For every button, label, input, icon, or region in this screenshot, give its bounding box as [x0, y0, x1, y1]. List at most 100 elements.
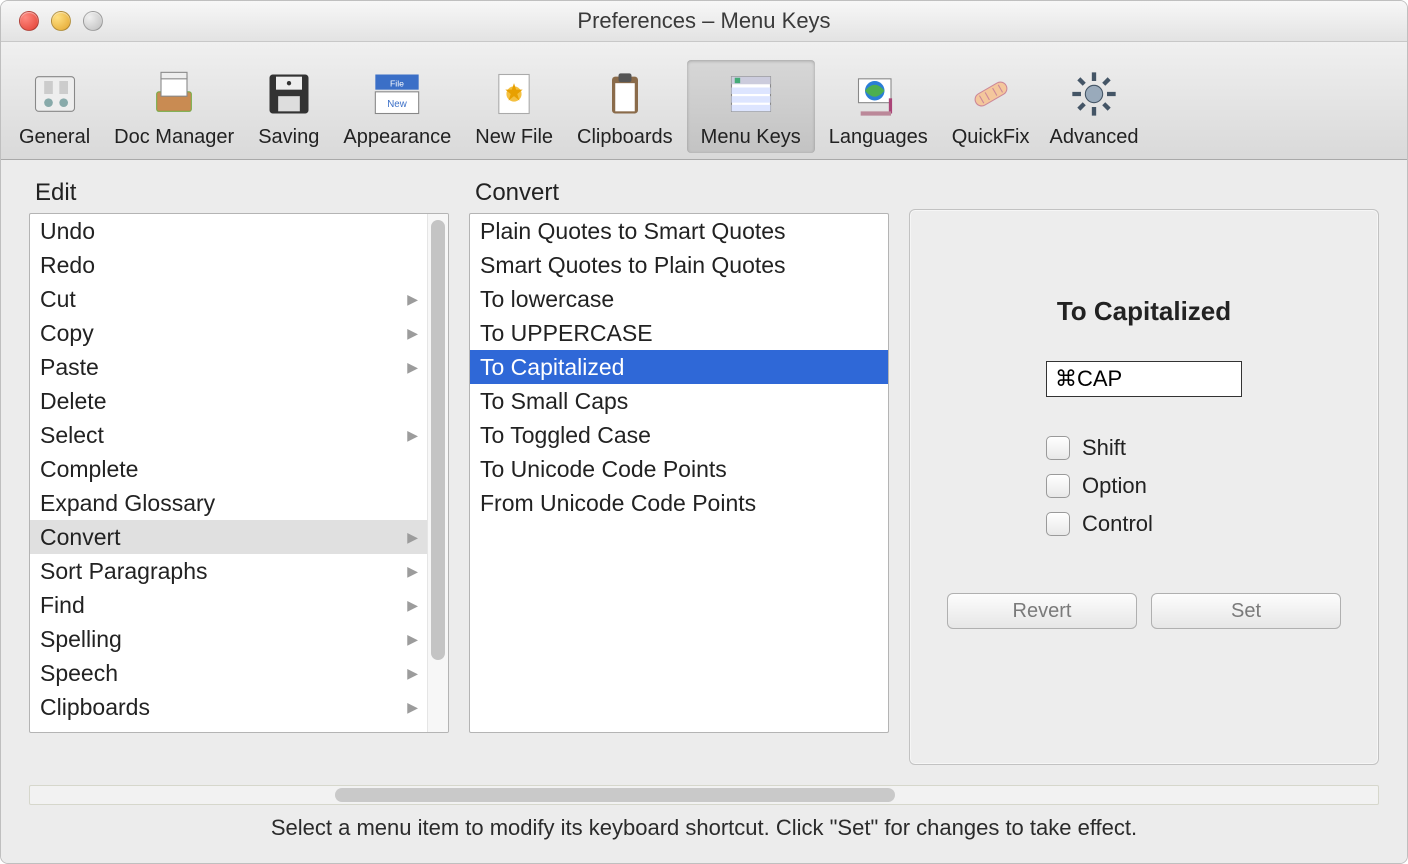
submenu-arrow-icon: ▶	[407, 282, 418, 316]
list-item[interactable]: From Unicode Code Points	[470, 486, 888, 520]
tab-newfile[interactable]: New File	[465, 60, 563, 153]
list-item[interactable]: Spelling▶	[30, 622, 428, 656]
tab-quickfix[interactable]: QuickFix	[942, 60, 1040, 153]
list-item-label: Delete	[40, 384, 106, 418]
toolbar-label: Appearance	[343, 126, 451, 149]
toolbar-label: QuickFix	[952, 126, 1030, 149]
shortcut-input[interactable]	[1046, 361, 1242, 397]
scrollbar-thumb[interactable]	[431, 220, 445, 660]
revert-button[interactable]: Revert	[947, 593, 1137, 629]
tab-general[interactable]: General	[9, 60, 100, 153]
list-item[interactable]: Delete	[30, 384, 428, 418]
tab-saving[interactable]: Saving	[248, 60, 329, 153]
list-item[interactable]: Paste ▶	[30, 350, 428, 384]
list-item-label: To Small Caps	[480, 384, 628, 418]
toolbar-label: New File	[475, 126, 553, 149]
saving-icon	[261, 66, 317, 122]
scrollbar[interactable]	[427, 214, 448, 732]
toolbar-label: Doc Manager	[114, 126, 234, 149]
list-item-label: Plain Quotes to Smart Quotes	[480, 214, 786, 248]
list-item-label: To Capitalized	[480, 350, 624, 384]
toolbar-label: Advanced	[1050, 126, 1139, 149]
list-item[interactable]: Find▶	[30, 588, 428, 622]
general-icon	[27, 66, 83, 122]
list-item[interactable]: Complete	[30, 452, 428, 486]
shortcut-panel: To Capitalized Shift Option Control Reve…	[909, 209, 1379, 765]
toolbar-label: Clipboards	[577, 126, 673, 149]
quickfix-icon	[963, 66, 1019, 122]
languages-icon	[850, 66, 906, 122]
list-item-label: From Unicode Code Points	[480, 486, 756, 520]
list-item-label: Sort Paragraphs	[40, 554, 207, 588]
list-item-label: Smart Quotes to Plain Quotes	[480, 248, 786, 282]
submenu-arrow-icon: ▶	[407, 622, 418, 656]
list-item[interactable]: Clipboards▶	[30, 690, 428, 724]
menu-column: Edit UndoRedoCut▶Copy▶Paste▶DeleteSelect…	[29, 179, 449, 781]
list-item[interactable]: Undo	[30, 214, 428, 248]
list-item-label: Undo	[40, 214, 95, 248]
svg-text:New: New	[388, 99, 408, 110]
checkbox-icon	[1046, 474, 1070, 498]
list-item[interactable]: Copy▶	[30, 316, 428, 350]
close-icon[interactable]	[19, 11, 39, 31]
checkbox-icon	[1046, 436, 1070, 460]
submenu-column-heading: Convert	[475, 179, 889, 207]
scrollbar-thumb[interactable]	[335, 788, 895, 802]
modifier-checks: Shift Option Control	[1046, 435, 1242, 537]
zoom-icon[interactable]	[83, 11, 103, 31]
control-checkbox[interactable]: Control	[1046, 511, 1242, 537]
list-item[interactable]: Plain Quotes to Smart Quotes	[470, 214, 888, 248]
list-item-label: To Unicode Code Points	[480, 452, 727, 486]
list-item-label: To UPPERCASE	[480, 316, 653, 350]
list-item-label: Cut	[40, 282, 76, 316]
list-item[interactable]: Speech▶	[30, 656, 428, 690]
tab-docmanager[interactable]: Doc Manager	[100, 60, 248, 153]
titlebar: Preferences – Menu Keys	[1, 1, 1407, 42]
submenu-list[interactable]: Plain Quotes to Smart QuotesSmart Quotes…	[469, 213, 889, 733]
list-item[interactable]: To lowercase	[470, 282, 888, 316]
tab-appearance[interactable]: File New Appearance	[329, 60, 465, 153]
option-checkbox[interactable]: Option	[1046, 473, 1242, 499]
tab-menukeys[interactable]: Menu Keys	[687, 60, 815, 153]
submenu-arrow-icon: ▶	[407, 690, 418, 724]
list-item[interactable]: Expand Glossary	[30, 486, 428, 520]
list-item[interactable]: To Unicode Code Points	[470, 452, 888, 486]
newfile-icon	[486, 66, 542, 122]
minimize-icon[interactable]	[51, 11, 71, 31]
list-item-label: To lowercase	[480, 282, 614, 316]
tab-languages[interactable]: Languages	[815, 60, 942, 153]
list-item[interactable]: Convert▶	[30, 520, 428, 554]
shift-checkbox[interactable]: Shift	[1046, 435, 1242, 461]
list-item[interactable]: To Capitalized	[470, 350, 888, 384]
window-title: Preferences – Menu Keys	[1, 8, 1407, 34]
tab-advanced[interactable]: Advanced	[1040, 60, 1149, 153]
list-item[interactable]: Sort Paragraphs▶	[30, 554, 428, 588]
list-item[interactable]: Redo	[30, 248, 428, 282]
set-button[interactable]: Set	[1151, 593, 1341, 629]
list-item-label: Find	[40, 588, 85, 622]
submenu-arrow-icon: ▶	[407, 350, 418, 384]
option-label: Option	[1082, 473, 1147, 499]
list-item[interactable]: To Toggled Case	[470, 418, 888, 452]
clipboards-icon	[597, 66, 653, 122]
list-item-label: Select	[40, 418, 104, 452]
list-item[interactable]: To Small Caps	[470, 384, 888, 418]
list-item-label: Paste	[40, 350, 99, 384]
menu-list[interactable]: UndoRedoCut▶Copy▶Paste▶DeleteSelect▶Comp…	[29, 213, 449, 733]
submenu-arrow-icon: ▶	[407, 418, 418, 452]
list-item[interactable]: Smart Quotes to Plain Quotes	[470, 248, 888, 282]
submenu-column: Convert Plain Quotes to Smart QuotesSmar…	[469, 179, 889, 781]
svg-text:File: File	[390, 78, 404, 88]
horizontal-scrollbar[interactable]	[29, 785, 1379, 805]
tab-clipboards[interactable]: Clipboards	[563, 60, 687, 153]
list-item[interactable]: Cut ▶	[30, 282, 428, 316]
advanced-icon	[1066, 66, 1122, 122]
control-label: Control	[1082, 511, 1153, 537]
menu-column-heading: Edit	[35, 179, 449, 207]
list-item[interactable]: To UPPERCASE	[470, 316, 888, 350]
toolbar-label: Languages	[829, 126, 928, 149]
toolbar-label: Menu Keys	[701, 126, 801, 149]
list-item[interactable]: Select ▶	[30, 418, 428, 452]
list-item-label: To Toggled Case	[480, 418, 651, 452]
submenu-arrow-icon: ▶	[407, 316, 418, 350]
